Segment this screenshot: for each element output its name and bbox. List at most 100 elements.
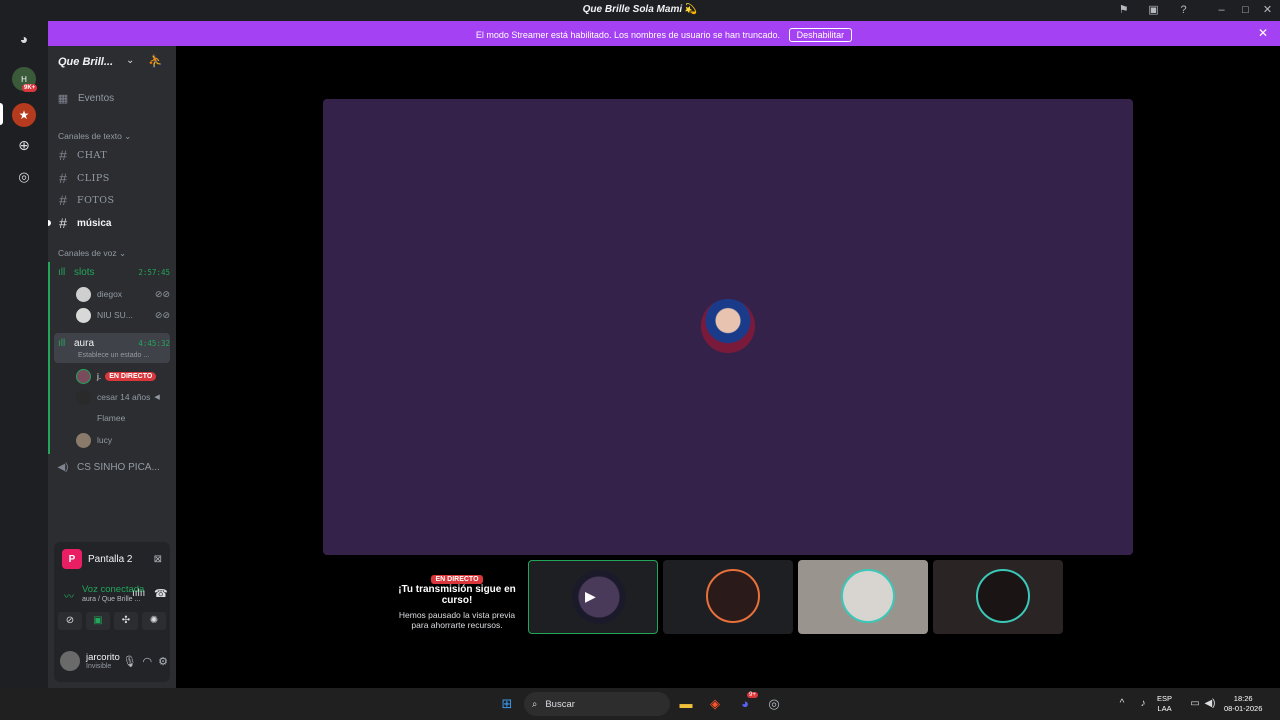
- noise-icon[interactable]: ıılıı: [132, 588, 145, 599]
- speaker-icon: ıll: [58, 337, 66, 349]
- voice-channel-cs[interactable]: ◀) CS SINHO PICA...: [54, 457, 170, 477]
- disable-streamer-button[interactable]: Deshabilitar: [788, 28, 853, 42]
- unread-badge: 9K+: [22, 84, 38, 92]
- stream-stage[interactable]: [323, 99, 1133, 555]
- participant-avatar[interactable]: [701, 299, 755, 353]
- voice-category[interactable]: Canales de voz ⌄: [58, 248, 126, 259]
- microphone-icon[interactable]: 🎙: [123, 655, 137, 668]
- sparkle-icon: 💫: [684, 4, 698, 15]
- streamer-mode-banner: El modo Streamer está habilitado. Los no…: [48, 21, 1280, 46]
- close-banner-icon[interactable]: ✕: [1258, 26, 1268, 40]
- clock[interactable]: 18:26 08-01-2026: [1224, 694, 1262, 714]
- events-label: Eventos: [78, 92, 115, 104]
- maximize-icon[interactable]: □: [1238, 3, 1253, 18]
- voice-channel-label: aura: [74, 337, 95, 349]
- participant-tile-self[interactable]: ▶: [528, 560, 658, 634]
- avatar: [76, 411, 91, 426]
- screen-icon[interactable]: ▣: [1146, 3, 1161, 18]
- avatar: [706, 569, 760, 623]
- minimize-icon[interactable]: –: [1214, 3, 1229, 18]
- deafened-icon: ⊘⊘: [154, 288, 170, 299]
- close-window-icon[interactable]: ✕: [1260, 3, 1275, 18]
- stop-stream-icon[interactable]: ⊠: [154, 554, 162, 565]
- voice-user-name: Flamee: [97, 413, 126, 423]
- voice-user[interactable]: cesar 14 años ◀: [76, 387, 170, 407]
- voice-user-name: lucy: [97, 435, 113, 445]
- window-title: Que Brille Sola Mami 💫: [0, 4, 1280, 15]
- stream-heading: ¡Tu transmisión sigue en curso!: [398, 584, 516, 606]
- voice-user[interactable]: Flamee: [76, 408, 170, 428]
- events-item[interactable]: ▦ Eventos: [54, 88, 170, 108]
- hash-icon: #: [59, 215, 67, 231]
- headphones-icon[interactable]: ◠: [143, 655, 153, 668]
- taskbar-search[interactable]: ⌕ Buscar: [524, 692, 670, 716]
- window-titlebar: Que Brille Sola Mami 💫 ⚑ ▣ ? – □ ✕: [0, 0, 1280, 21]
- participant-tile[interactable]: [933, 560, 1063, 634]
- signal-icon: 〰: [64, 592, 74, 603]
- language-code: ESP: [1157, 694, 1173, 703]
- discord-home-icon[interactable]: ◕: [12, 27, 36, 51]
- mic-tray-icon[interactable]: ♪: [1133, 694, 1153, 714]
- brave-browser-icon[interactable]: ◈: [705, 694, 725, 714]
- add-server-icon[interactable]: ⊕: [12, 133, 36, 157]
- voice-category-label: Canales de voz: [58, 248, 117, 258]
- volume-icon[interactable]: ◀): [1200, 694, 1220, 714]
- voice-channel-slots[interactable]: ıll slots 2:57:45: [58, 262, 170, 282]
- voice-user[interactable]: NIU SU... ⊘⊘: [76, 305, 170, 325]
- camera-icon: ▶: [585, 588, 596, 604]
- voice-channel-aura[interactable]: ıll aura 4:45:32: [58, 333, 170, 353]
- file-explorer-icon[interactable]: ▬: [676, 694, 696, 714]
- voice-user[interactable]: j. EN DIRECTO: [76, 366, 170, 386]
- windows-start-icon[interactable]: ⊞: [497, 694, 517, 714]
- banner-text: El modo Streamer está habilitado. Los no…: [475, 30, 781, 40]
- steam-icon[interactable]: ◎: [764, 694, 784, 714]
- chevron-up-icon[interactable]: ^: [1112, 694, 1132, 714]
- avatar: [76, 368, 91, 384]
- speaker-icon: ıll: [58, 266, 66, 278]
- channel-sidebar: Que Brill... ⌄ ⛹ ▦ Eventos Canales de te…: [48, 46, 176, 688]
- live-tag: EN DIRECTO: [431, 575, 483, 584]
- channel-label: música: [77, 217, 112, 229]
- voice-user[interactable]: lucy: [76, 430, 170, 450]
- channel-chat[interactable]: # CHAT: [54, 145, 170, 165]
- voice-user-name: NIU SU...: [97, 310, 133, 320]
- voice-status-text[interactable]: Establece un estado ...: [78, 352, 149, 359]
- voice-user-name: cesar 14 años: [97, 392, 151, 402]
- text-category-label: Canales de texto: [58, 131, 122, 141]
- share-screen-icon[interactable]: ▣: [86, 612, 110, 630]
- hash-icon: #: [59, 147, 67, 163]
- disconnect-icon[interactable]: ☎: [154, 587, 168, 600]
- user-area[interactable]: jarcorito Invisible 🎙 ◠ ⚙: [60, 648, 168, 674]
- text-category[interactable]: Canales de texto ⌄: [58, 131, 131, 142]
- soundboard-icon[interactable]: ✺: [142, 612, 166, 630]
- activities-icon[interactable]: ✣: [114, 612, 138, 630]
- calendar-icon: ▦: [57, 92, 69, 105]
- windows-taskbar: ⊞ ⌕ Buscar ▬ ◈ ◕ 9+ ◎ ^ ♪ ESP LAA ▭ ◀) 1…: [0, 688, 1280, 720]
- help-icon[interactable]: ?: [1176, 3, 1191, 18]
- invite-people-icon[interactable]: ⛹: [148, 54, 163, 68]
- chevron-down-icon: ⌄: [126, 55, 135, 66]
- channel-clips[interactable]: # CLIPS: [54, 168, 170, 188]
- channel-fotos[interactable]: # FOTOS: [54, 190, 170, 210]
- participant-tile[interactable]: [663, 560, 793, 634]
- settings-icon[interactable]: ⚙: [158, 655, 168, 668]
- screen-letter: P: [62, 549, 82, 569]
- unread-dot: [48, 220, 51, 226]
- voice-user[interactable]: diegox ⊘⊘: [76, 284, 170, 304]
- screen-share-row[interactable]: P Pantalla 2 ⊠: [62, 548, 162, 570]
- participant-tile[interactable]: [798, 560, 928, 634]
- avatar: [76, 389, 91, 405]
- server-header[interactable]: Que Brill... ⌄ ⛹: [48, 46, 176, 78]
- channel-label: FOTOS: [77, 194, 115, 206]
- avatar: [76, 286, 91, 302]
- server-icon-que-brille[interactable]: ★: [12, 103, 36, 127]
- channel-musica[interactable]: # música: [54, 213, 170, 233]
- avatar: [976, 569, 1030, 623]
- discover-icon[interactable]: ◎: [12, 165, 36, 189]
- live-badge: EN DIRECTO: [105, 371, 157, 381]
- voice-connection-info[interactable]: 〰 Voz conectada aura / Que Brille ... ıı…: [62, 584, 170, 603]
- flag-icon[interactable]: ⚑: [1116, 3, 1131, 18]
- banner-message: El modo Streamer está habilitado. Los no…: [48, 28, 1280, 42]
- camera-off-icon[interactable]: ⊘: [58, 612, 82, 630]
- language-indicator[interactable]: ESP LAA: [1157, 694, 1172, 714]
